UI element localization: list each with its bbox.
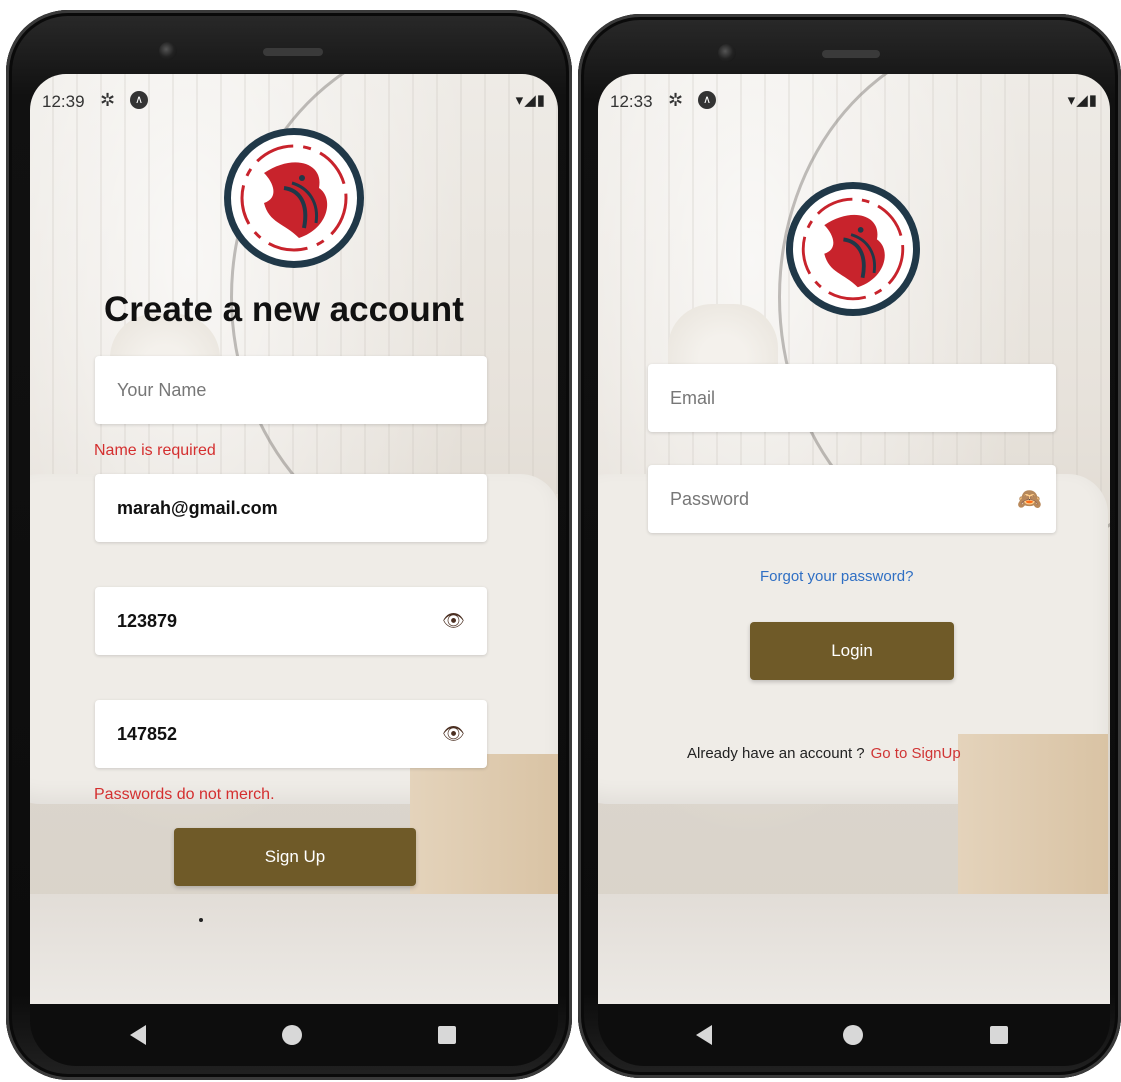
- android-notification-icon: ∧: [698, 91, 716, 109]
- name-field[interactable]: [95, 356, 487, 424]
- signup-prompt-row: Already have an account ? Go to SignUp: [687, 745, 961, 762]
- signup-button[interactable]: Sign Up: [174, 828, 416, 886]
- confirm-password-input[interactable]: [115, 722, 487, 746]
- front-camera: [159, 42, 177, 60]
- password-field[interactable]: 🙈: [648, 465, 1056, 533]
- page-indicator-dot: [199, 918, 203, 922]
- phone-frame-login: 12:33 ✲ ∧ ▾◢▮ 🙈 Forgot your password? Lo…: [578, 14, 1121, 1078]
- wifi-signal-battery-icon: ▾◢▮: [1067, 92, 1098, 109]
- back-icon[interactable]: [130, 1025, 146, 1045]
- page-title: Create a new account: [104, 290, 464, 329]
- status-bar: 12:33 ✲ ∧ ▾◢▮: [598, 88, 1110, 116]
- password-mismatch-error: Passwords do not merch.: [94, 786, 275, 803]
- name-error: Name is required: [94, 442, 216, 459]
- name-input[interactable]: [115, 378, 487, 402]
- phone-frame-signup: 12:39 ✲ ∧ ▾◢▮ Create a new account Name …: [6, 10, 572, 1080]
- recents-icon[interactable]: [438, 1026, 456, 1044]
- recents-icon[interactable]: [990, 1026, 1008, 1044]
- email-field[interactable]: [95, 474, 487, 542]
- password-input[interactable]: [115, 609, 487, 633]
- gear-icon: ✲: [100, 90, 116, 110]
- earpiece-speaker: [822, 50, 880, 58]
- android-notification-icon: ∧: [130, 91, 148, 109]
- brand-logo: [224, 128, 364, 268]
- confirm-password-field[interactable]: 👁: [95, 700, 487, 768]
- see-no-evil-monkey-icon[interactable]: 🙈: [1017, 487, 1042, 512]
- background-side-table: [958, 734, 1108, 914]
- email-input[interactable]: [115, 496, 487, 520]
- forgot-password-link[interactable]: Forgot your password?: [760, 568, 913, 585]
- front-camera: [718, 44, 736, 62]
- password-input[interactable]: [668, 487, 1056, 511]
- email-input[interactable]: [668, 386, 1056, 410]
- background-floor: [598, 894, 1110, 1004]
- back-icon[interactable]: [696, 1025, 712, 1045]
- home-icon[interactable]: [282, 1025, 302, 1045]
- wifi-signal-battery-icon: ▾◢▮: [515, 92, 546, 109]
- background-floor: [30, 894, 558, 1004]
- status-time: 12:39: [42, 92, 85, 111]
- password-field[interactable]: 👁: [95, 587, 487, 655]
- eye-icon[interactable]: 👁: [442, 724, 465, 745]
- brand-logo: [786, 182, 920, 316]
- gear-icon: ✲: [668, 90, 684, 110]
- go-to-signup-link[interactable]: Go to SignUp: [871, 745, 961, 762]
- signup-screen: 12:39 ✲ ∧ ▾◢▮ Create a new account Name …: [30, 74, 558, 1004]
- status-bar: 12:39 ✲ ∧ ▾◢▮: [30, 88, 558, 116]
- login-screen: 12:33 ✲ ∧ ▾◢▮ 🙈 Forgot your password? Lo…: [598, 74, 1110, 1004]
- android-nav-bar: [30, 1004, 558, 1066]
- email-field[interactable]: [648, 364, 1056, 432]
- login-button[interactable]: Login: [750, 622, 954, 680]
- android-nav-bar: [598, 1004, 1110, 1066]
- status-time: 12:33: [610, 92, 653, 111]
- signup-prompt-text: Already have an account ?: [687, 745, 865, 762]
- home-icon[interactable]: [843, 1025, 863, 1045]
- earpiece-speaker: [263, 48, 323, 56]
- eye-icon[interactable]: 👁: [442, 611, 465, 632]
